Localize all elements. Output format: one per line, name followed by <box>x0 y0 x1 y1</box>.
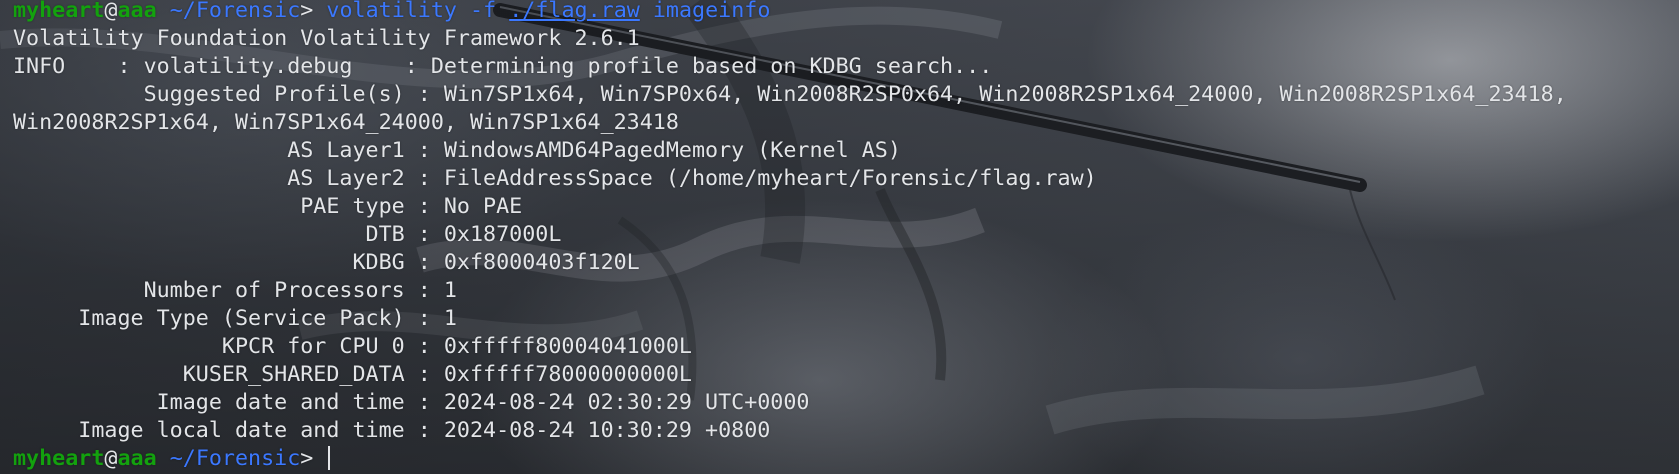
output-line: Suggested Profile(s) : Win7SP1x64, Win7S… <box>13 82 1567 107</box>
prompt-at: @ <box>104 446 118 471</box>
command-line: myheart@aaa ~/Forensic> volatility -f ./… <box>13 0 1567 25</box>
prompt-host: aaa <box>117 0 157 23</box>
command-program: volatility <box>326 0 457 23</box>
output-line: PAE type : No PAE <box>13 194 523 219</box>
output-line: Image Type (Service Pack) : 1 <box>13 306 457 331</box>
command-flag: -f <box>470 0 497 23</box>
text-cursor <box>328 446 331 470</box>
terminal-window[interactable]: myheart@aaa ~/Forensic> volatility -f ./… <box>0 0 1679 474</box>
terminal-output[interactable]: myheart@aaa ~/Forensic> volatility -f ./… <box>13 0 1567 473</box>
prompt-at: @ <box>104 0 118 23</box>
prompt-symbol: > <box>300 446 314 471</box>
command-file: ./flag.raw <box>509 0 640 23</box>
prompt-path: ~/Forensic <box>169 446 301 471</box>
prompt-path: ~/Forensic <box>169 0 301 23</box>
output-line: Volatility Foundation Volatility Framewo… <box>13 26 640 51</box>
prompt-symbol: > <box>300 0 314 23</box>
prompt-host: aaa <box>117 446 157 471</box>
output-line: Number of Processors : 1 <box>13 278 457 303</box>
prompt-line[interactable]: myheart@aaa ~/Forensic> <box>13 445 1567 473</box>
output-line: AS Layer1 : WindowsAMD64PagedMemory (Ker… <box>13 138 901 163</box>
command-plugin: imageinfo <box>652 0 771 23</box>
prompt-user: myheart <box>13 446 105 471</box>
output-line: INFO : volatility.debug : Determining pr… <box>13 54 993 79</box>
output-line: Image local date and time : 2024-08-24 1… <box>13 418 771 443</box>
output-line: Win2008R2SP1x64, Win7SP1x64_24000, Win7S… <box>13 110 679 135</box>
output-line: Image date and time : 2024-08-24 02:30:2… <box>13 390 810 415</box>
output-line: KPCR for CPU 0 : 0xfffff80004041000L <box>13 334 692 359</box>
prompt-user: myheart <box>13 0 105 23</box>
output-line: DTB : 0x187000L <box>13 222 562 247</box>
output-line: AS Layer2 : FileAddressSpace (/home/myhe… <box>13 166 1097 191</box>
output-line: KUSER_SHARED_DATA : 0xfffff78000000000L <box>13 362 692 387</box>
output-line: KDBG : 0xf8000403f120L <box>13 250 640 275</box>
